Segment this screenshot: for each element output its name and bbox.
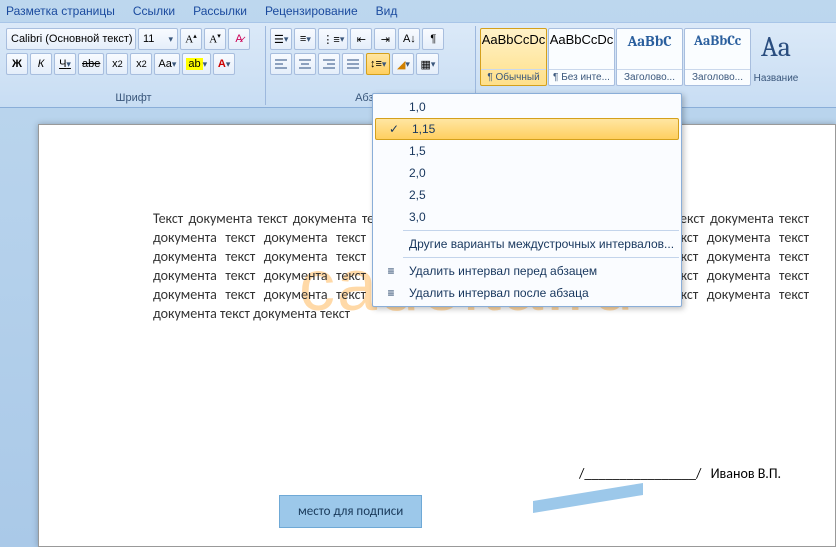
borders-button[interactable]: ▦▾ bbox=[416, 53, 439, 75]
style-title[interactable]: Aa Название bbox=[752, 28, 800, 86]
justify-icon bbox=[346, 57, 360, 71]
align-right-icon bbox=[322, 57, 336, 71]
remove-space-before-icon: ≡ bbox=[379, 264, 403, 278]
grow-font-button[interactable]: A▴ bbox=[180, 28, 202, 50]
superscript-button[interactable]: x2 bbox=[130, 53, 152, 75]
chevron-down-icon: ▾ bbox=[168, 34, 173, 45]
bold-button[interactable]: Ж bbox=[6, 53, 28, 75]
spacing-more-options[interactable]: Другие варианты междустрочных интервалов… bbox=[373, 233, 681, 255]
decrease-indent-button[interactable]: ⇤ bbox=[350, 28, 372, 50]
checkmark-icon: ✓ bbox=[382, 122, 406, 136]
bullets-button[interactable]: ☰▾ bbox=[270, 28, 292, 50]
numbering-button[interactable]: ≡▾ bbox=[294, 28, 316, 50]
justify-button[interactable] bbox=[342, 53, 364, 75]
align-center-icon bbox=[298, 57, 312, 71]
tab-page-layout[interactable]: Разметка страницы bbox=[6, 4, 115, 18]
line-spacing-button[interactable]: ↕≡▾ bbox=[366, 53, 390, 75]
spacing-option-2-5[interactable]: 2,5 bbox=[373, 184, 681, 206]
spacing-remove-before[interactable]: ≡Удалить интервал перед абзацем bbox=[373, 260, 681, 282]
paint-bucket-icon: ◢ bbox=[397, 58, 405, 71]
spacing-option-1-5[interactable]: 1,5 bbox=[373, 140, 681, 162]
signature-callout: место для подписи bbox=[279, 495, 422, 528]
spacing-option-1-15[interactable]: ✓1,15 bbox=[375, 118, 679, 140]
spacing-remove-after[interactable]: ≡Удалить интервал после абзаца bbox=[373, 282, 681, 304]
clear-formatting-button[interactable]: A̷ bbox=[228, 28, 250, 50]
font-color-button[interactable]: A▾ bbox=[213, 53, 235, 75]
sort-button[interactable]: A↓ bbox=[398, 28, 420, 50]
show-paragraph-marks-button[interactable]: ¶ bbox=[422, 28, 444, 50]
font-name-select[interactable]: Calibri (Основной текст)▾ bbox=[6, 28, 136, 50]
underline-button[interactable]: Ч ▾ bbox=[54, 53, 76, 75]
tab-mailings[interactable]: Рассылки bbox=[193, 4, 247, 18]
callout-connector bbox=[533, 483, 643, 513]
spacing-option-1-0[interactable]: 1,0 bbox=[373, 96, 681, 118]
increase-indent-button[interactable]: ⇥ bbox=[374, 28, 396, 50]
align-left-button[interactable] bbox=[270, 53, 292, 75]
tab-review[interactable]: Рецензирование bbox=[265, 4, 358, 18]
style-normal[interactable]: AaBbCcDc ¶ Обычный bbox=[480, 28, 547, 86]
italic-button[interactable]: К bbox=[30, 53, 52, 75]
spacing-option-2-0[interactable]: 2,0 bbox=[373, 162, 681, 184]
signature-line: /________________/ Иванов В.П. bbox=[579, 465, 781, 482]
spacing-option-3-0[interactable]: 3,0 bbox=[373, 206, 681, 228]
tab-links[interactable]: Ссылки bbox=[133, 4, 175, 18]
style-heading2[interactable]: AaBbCc Заголово... bbox=[684, 28, 751, 86]
remove-space-after-icon: ≡ bbox=[379, 286, 403, 300]
subscript-button[interactable]: x2 bbox=[106, 53, 128, 75]
align-right-button[interactable] bbox=[318, 53, 340, 75]
align-left-icon bbox=[274, 57, 288, 71]
borders-icon: ▦ bbox=[420, 58, 430, 71]
multilevel-list-button[interactable]: ⋮≡▾ bbox=[318, 28, 348, 50]
shrink-font-button[interactable]: A▾ bbox=[204, 28, 226, 50]
strikethrough-button[interactable]: abe bbox=[78, 53, 104, 75]
line-spacing-icon: ↕≡ bbox=[370, 58, 382, 70]
tab-view[interactable]: Вид bbox=[376, 4, 398, 18]
group-label-font: Шрифт bbox=[6, 91, 261, 105]
line-spacing-menu: 1,0 ✓1,15 1,5 2,0 2,5 3,0 Другие вариант… bbox=[372, 93, 682, 307]
change-case-button[interactable]: Aa▾ bbox=[154, 53, 180, 75]
style-heading1[interactable]: AaBbC Заголово... bbox=[616, 28, 683, 86]
highlight-button[interactable]: ab▾ bbox=[182, 53, 211, 75]
font-size-select[interactable]: 11▾ bbox=[138, 28, 178, 50]
shading-button[interactable]: ◢▾ bbox=[392, 53, 414, 75]
style-no-spacing[interactable]: AaBbCcDc ¶ Без инте... bbox=[548, 28, 615, 86]
align-center-button[interactable] bbox=[294, 53, 316, 75]
